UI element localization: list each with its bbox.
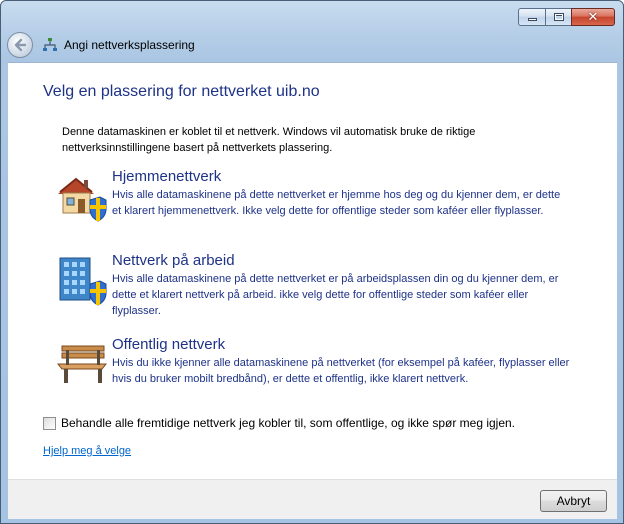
- page-heading: Velg en plassering for nettverket uib.no: [43, 83, 320, 100]
- maximize-icon: [553, 13, 564, 21]
- option-work-title: Nettverk på arbeid: [112, 252, 235, 269]
- help-me-choose-link[interactable]: Hjelp meg å velge: [43, 445, 131, 457]
- dialog-window: ✕ Angi nettverksplassering Velg en plass…: [0, 0, 624, 524]
- back-button[interactable]: [7, 32, 33, 58]
- option-home-title: Hjemmenettverk: [112, 168, 222, 185]
- navigation-bar: Angi nettverksplassering: [7, 30, 611, 60]
- option-public-text: Hvis du ikke kjenner alle datamaskinene …: [112, 357, 570, 385]
- public-network-bench-icon: [56, 345, 108, 383]
- cancel-button[interactable]: Avbryt: [540, 490, 607, 512]
- close-icon: ✕: [587, 9, 599, 25]
- option-public-network[interactable]: Offentlig nettverk Hvis du ikke kjenner …: [54, 336, 594, 406]
- treat-public-checkbox[interactable]: [43, 416, 56, 430]
- close-button[interactable]: ✕: [571, 8, 615, 26]
- treat-public-checkbox-row[interactable]: Behandle alle fremtidige nettverk jeg ko…: [43, 416, 515, 430]
- option-home-text: Hvis alle datamaskinene på dette nettver…: [112, 189, 561, 217]
- minimize-button[interactable]: [518, 8, 545, 26]
- option-home-network[interactable]: Hjemmenettverk Hvis alle datamaskinene p…: [54, 168, 594, 238]
- maximize-button[interactable]: [545, 8, 571, 26]
- back-arrow-icon: [14, 38, 27, 52]
- option-work-text: Hvis alle datamaskinene på dette nettver…: [112, 273, 559, 317]
- caption-buttons: ✕: [518, 8, 615, 26]
- dialog-footer: Avbryt: [8, 479, 617, 519]
- treat-public-checkbox-label[interactable]: Behandle alle fremtidige nettverk jeg ko…: [61, 416, 515, 430]
- description-text: Denne datamaskinen er koblet til et nett…: [62, 126, 476, 154]
- option-public-title: Offentlig nettverk: [112, 336, 226, 353]
- option-work-network[interactable]: Nettverk på arbeid Hvis alle datamaskine…: [54, 252, 594, 322]
- work-network-icon: [59, 257, 107, 306]
- content-panel: Velg en plassering for nettverket uib.no…: [8, 62, 617, 479]
- window-title: Angi nettverksplassering: [64, 38, 195, 52]
- network-icon: [43, 38, 57, 51]
- minimize-icon: [527, 18, 537, 21]
- home-network-icon: [58, 177, 107, 222]
